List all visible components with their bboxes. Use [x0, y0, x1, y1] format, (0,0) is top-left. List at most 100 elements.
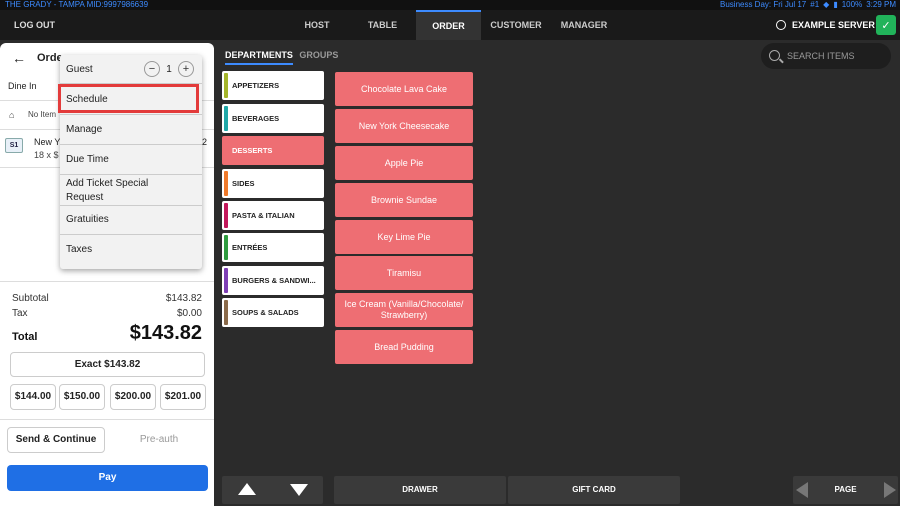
menu-item-taxes[interactable]: Taxes [60, 244, 202, 255]
menu-divider [60, 144, 202, 145]
tab-order[interactable]: ORDER [416, 10, 481, 40]
menu-item-special-request[interactable]: Add Ticket Special Request [60, 177, 160, 205]
color-stripe [224, 203, 228, 228]
order-title: Orde [37, 52, 63, 64]
menu-divider [60, 205, 202, 206]
item-button[interactable]: Tiramisu [335, 256, 473, 290]
selection-highlight [58, 84, 199, 113]
dept-sides[interactable]: SIDES [222, 169, 324, 198]
arrow-down-icon[interactable] [290, 484, 308, 496]
check-button[interactable]: ✓ [876, 15, 896, 35]
business-day: Business Day: Fri Jul 17 [720, 0, 807, 9]
divider [0, 281, 214, 282]
dept-beverages[interactable]: BEVERAGES [222, 104, 324, 133]
clock: 3:29 PM [866, 0, 896, 9]
tab-table[interactable]: TABLE [355, 10, 410, 40]
top-nav: LOG OUT HOST TABLE ORDER CUSTOMER MANAGE… [0, 10, 900, 40]
battery-level: 100% [841, 0, 863, 9]
tax-label: Tax [12, 308, 28, 319]
server-menu[interactable]: EXAMPLE SERVER [776, 10, 875, 40]
color-stripe [224, 171, 228, 196]
search-input[interactable]: SEARCH ITEMS [761, 43, 891, 69]
tax-value: $0.00 [176, 308, 202, 319]
color-stripe [224, 300, 228, 325]
plus-icon[interactable]: + [178, 61, 194, 77]
item-button[interactable]: Key Lime Pie [335, 220, 473, 254]
drawer-button[interactable]: DRAWER [334, 476, 506, 504]
tab-host[interactable]: HOST [292, 10, 342, 40]
page-control: PAGE [793, 476, 898, 504]
item-button[interactable]: Brownie Sundae [335, 183, 473, 217]
menu-divider [60, 114, 202, 115]
exact-amount-button[interactable]: Exact $143.82 [10, 352, 205, 377]
tab-groups[interactable]: GROUPS [299, 50, 338, 63]
logout-button[interactable]: LOG OUT [14, 10, 55, 40]
tax-row: Tax $0.00 [12, 308, 202, 319]
status-bar: THE GRADY - TAMPA MID:9997986639 Busines… [0, 0, 900, 10]
quick-amount-button[interactable]: $201.00 [160, 384, 206, 410]
dept-label: BEVERAGES [232, 114, 280, 123]
guest-count: 1 [166, 63, 172, 75]
color-stripe [224, 106, 228, 131]
total-label: Total [12, 331, 38, 343]
menu-divider [60, 234, 202, 235]
quick-amount-button[interactable]: $200.00 [110, 384, 156, 410]
dept-label: BURGERS & SANDWI... [232, 276, 316, 285]
order-item-qty: 18 x $ [34, 150, 59, 160]
item-button[interactable]: Chocolate Lava Cake [335, 72, 473, 106]
menu-item-gratuities[interactable]: Gratuities [60, 214, 202, 225]
menu-divider [60, 174, 202, 175]
gift-card-button[interactable]: GIFT CARD [508, 476, 680, 504]
minus-icon[interactable]: − [144, 61, 160, 77]
total-value: $143.82 [129, 322, 202, 344]
quick-amount-button[interactable]: $150.00 [59, 384, 105, 410]
item-button[interactable]: Apple Pie [335, 146, 473, 180]
page-next-icon[interactable] [884, 482, 896, 498]
dept-appetizers[interactable]: APPETIZERS [222, 71, 324, 100]
preauth-button[interactable]: Pre-auth [110, 427, 208, 453]
color-stripe [224, 268, 228, 293]
order-item-price: 2 [202, 137, 208, 147]
item-button[interactable]: Bread Pudding [335, 330, 473, 364]
dept-burgers-sandwiches[interactable]: BURGERS & SANDWI... [222, 266, 324, 295]
wifi-icon: ◆ [823, 0, 830, 9]
arrow-up-icon[interactable] [238, 483, 256, 495]
dept-label: DESSERTS [232, 146, 273, 155]
tab-departments[interactable]: DEPARTMENTS [225, 50, 293, 65]
user-icon [776, 20, 786, 30]
pay-button[interactable]: Pay [7, 465, 208, 491]
subtotal-row: Subtotal $143.82 [12, 293, 202, 304]
dept-label: ENTRÉES [232, 243, 268, 252]
back-arrow-icon[interactable]: ← [12, 50, 26, 66]
item-button[interactable]: New York Cheesecake [335, 109, 473, 143]
dept-soups-salads[interactable]: SOUPS & SALADS [222, 298, 324, 327]
department-tabs: DEPARTMENTS GROUPS [225, 50, 338, 65]
dine-in-label[interactable]: Dine In [8, 81, 37, 91]
seat-badge[interactable]: S1 [5, 138, 23, 153]
dept-pasta-italian[interactable]: PASTA & ITALIAN [222, 201, 324, 230]
search-placeholder: SEARCH ITEMS [787, 51, 855, 61]
send-continue-button[interactable]: Send & Continue [7, 427, 105, 453]
quick-amount-button[interactable]: $144.00 [10, 384, 56, 410]
color-stripe [224, 235, 228, 260]
color-stripe [224, 73, 228, 98]
subtotal-label: Subtotal [12, 293, 49, 304]
search-icon [769, 50, 780, 61]
dept-label: SIDES [232, 179, 255, 188]
status-right: Business Day: Fri Jul 17 #1 ◆ ▮ 100% 3:2… [720, 0, 896, 10]
dept-desserts[interactable]: DESSERTS [222, 136, 324, 165]
item-button[interactable]: Ice Cream (Vanilla/Chocolate/ Strawberry… [335, 293, 473, 327]
hold-icon: ⌂ [9, 110, 15, 120]
order-item-name[interactable]: New Y [34, 137, 60, 147]
dept-label: SOUPS & SALADS [232, 308, 299, 317]
dept-entrees[interactable]: ENTRÉES [222, 233, 324, 262]
page-prev-icon[interactable] [796, 482, 808, 498]
tab-customer[interactable]: CUSTOMER [487, 10, 545, 40]
battery-icon: ▮ [833, 0, 838, 9]
divider [0, 419, 214, 420]
tab-manager[interactable]: MANAGER [556, 10, 612, 40]
menu-item-due-time[interactable]: Due Time [60, 154, 202, 165]
menu-item-manage[interactable]: Manage [60, 124, 202, 135]
guest-stepper: − 1 + [144, 61, 194, 77]
dept-label: PASTA & ITALIAN [232, 211, 295, 220]
